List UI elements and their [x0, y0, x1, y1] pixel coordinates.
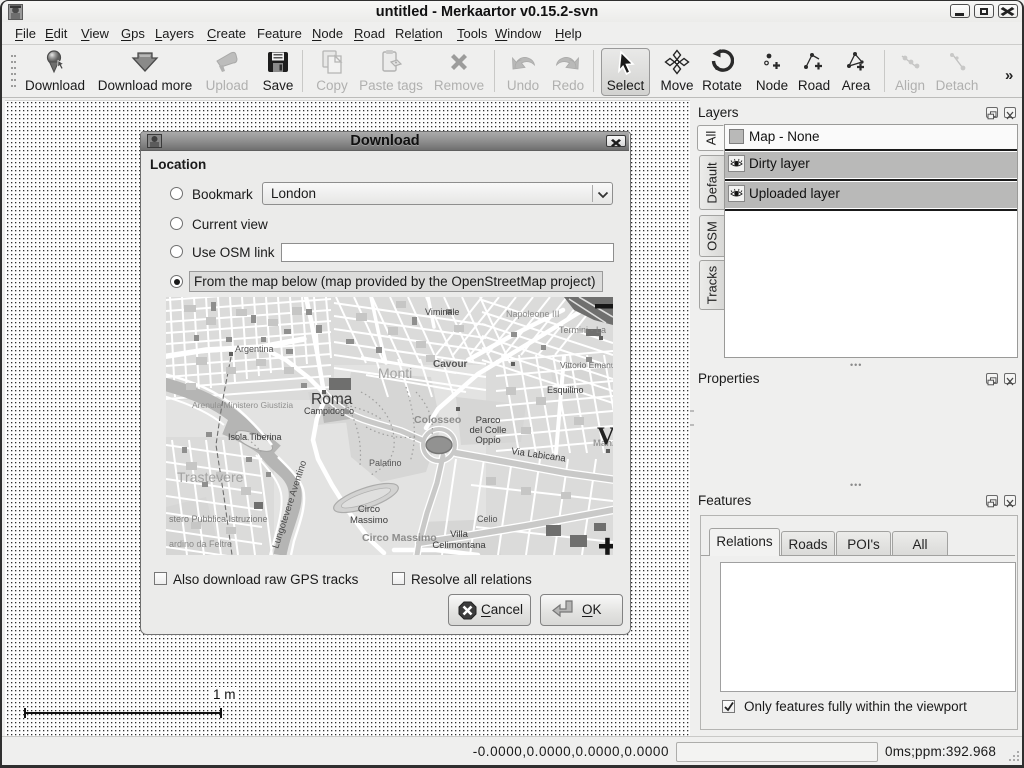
- svg-text:stero Pubblica Istruzione: stero Pubblica Istruzione: [169, 514, 268, 524]
- svg-text:Circo Massimo: Circo Massimo: [362, 532, 437, 544]
- svg-text:Celio: Celio: [477, 514, 498, 524]
- svg-text:Esquilino: Esquilino: [547, 385, 584, 395]
- svg-text:Circo: Circo: [358, 504, 380, 515]
- svg-text:Termini - La: Termini - La: [559, 325, 606, 335]
- svg-text:Colosseo: Colosseo: [414, 414, 461, 426]
- svg-text:Vittorio Emanuele: Vittorio Emanuele: [560, 360, 613, 370]
- svg-text:Trastevere: Trastevere: [177, 469, 244, 485]
- svg-text:Viminale: Viminale: [425, 307, 459, 317]
- svg-text:Napoleone III: Napoleone III: [506, 309, 560, 319]
- svg-text:Campidoglio: Campidoglio: [304, 406, 354, 416]
- svg-text:ardino da Feltre: ardino da Feltre: [169, 539, 232, 549]
- svg-text:V: V: [597, 423, 613, 450]
- svg-text:Arenula Ministero Giustizia: Arenula Ministero Giustizia: [192, 400, 293, 410]
- svg-text:Oppio: Oppio: [475, 435, 500, 446]
- svg-text:Palatino: Palatino: [369, 458, 402, 468]
- svg-text:Celimontana: Celimontana: [432, 540, 486, 551]
- svg-text:Massimo: Massimo: [350, 515, 388, 526]
- svg-text:Isola Tiberina: Isola Tiberina: [228, 432, 282, 442]
- svg-text:Villa: Villa: [450, 529, 468, 540]
- svg-text:Monti: Monti: [378, 365, 412, 381]
- svg-text:Argentina: Argentina: [235, 344, 274, 354]
- svg-text:Cavour: Cavour: [433, 359, 468, 370]
